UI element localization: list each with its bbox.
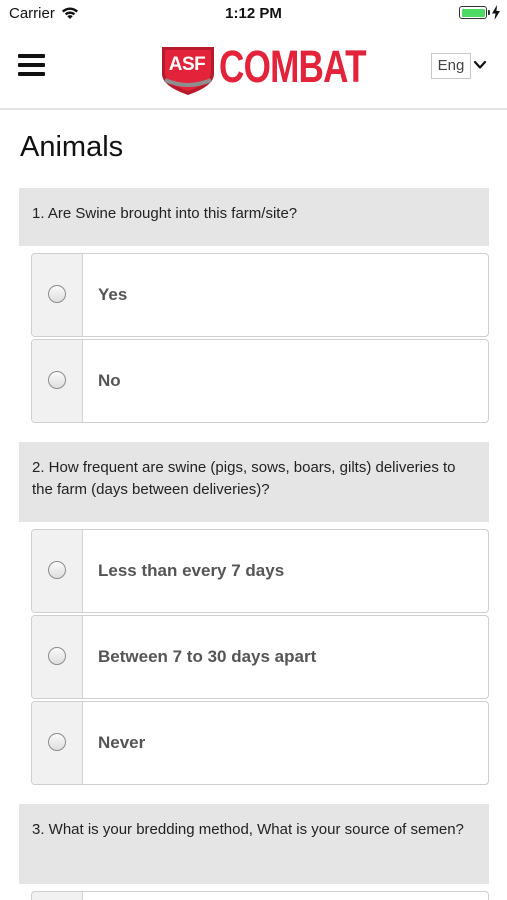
logo-badge-text: ASF bbox=[168, 54, 206, 75]
answer-option[interactable]: Between 7 to 30 days apart bbox=[31, 615, 489, 699]
answer-option[interactable]: Never bbox=[31, 701, 489, 785]
question-header: 2. How frequent are swine (pigs, sows, b… bbox=[19, 442, 489, 522]
option-label: Never bbox=[98, 733, 146, 752]
charging-bolt-icon bbox=[492, 5, 500, 20]
app-header: ASF COMBAT Eng bbox=[0, 28, 507, 110]
radio-button[interactable] bbox=[48, 733, 66, 751]
status-bar: Carrier 1:12 PM bbox=[0, 0, 507, 28]
clock: 1:12 PM bbox=[225, 5, 282, 22]
option-label: Less than every 7 days bbox=[98, 561, 285, 580]
answer-option[interactable] bbox=[31, 891, 489, 900]
answer-option[interactable]: Less than every 7 days bbox=[31, 529, 489, 613]
answer-option[interactable]: No bbox=[31, 339, 489, 423]
chevron-down-icon bbox=[473, 60, 487, 69]
option-label: Yes bbox=[98, 285, 128, 304]
logo-wordmark: COMBAT bbox=[219, 41, 367, 92]
option-label: No bbox=[98, 371, 121, 390]
language-value: Eng bbox=[431, 53, 471, 79]
menu-button[interactable] bbox=[18, 54, 46, 78]
answer-option[interactable]: Yes bbox=[31, 253, 489, 337]
hamburger-icon bbox=[18, 54, 45, 58]
battery-icon bbox=[459, 6, 490, 19]
question-header: 3. What is your bredding method, What is… bbox=[19, 804, 489, 884]
page-title: Animals bbox=[20, 131, 124, 163]
radio-button[interactable] bbox=[48, 647, 66, 665]
asf-combat-logo: ASF COMBAT bbox=[160, 42, 367, 98]
radio-button[interactable] bbox=[48, 561, 66, 579]
question-header: 1. Are Swine brought into this farm/site… bbox=[19, 188, 489, 246]
question-text: 3. What is your bredding method, What is… bbox=[32, 821, 464, 838]
question-text: 1. Are Swine brought into this farm/site… bbox=[32, 205, 298, 222]
radio-button[interactable] bbox=[48, 285, 66, 303]
question-text: 2. How frequent are swine (pigs, sows, b… bbox=[32, 459, 456, 498]
option-label: Between 7 to 30 days apart bbox=[98, 647, 317, 666]
radio-button[interactable] bbox=[48, 371, 66, 389]
